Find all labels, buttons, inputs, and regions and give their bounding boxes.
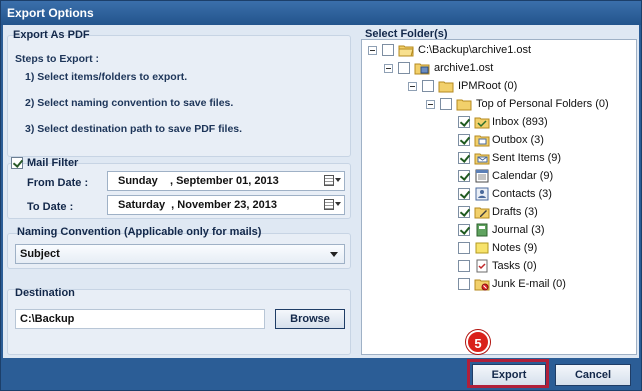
collapse-icon[interactable] [384,64,393,73]
steps-heading: Steps to Export : [15,53,100,65]
inbox-icon [474,117,490,129]
cancel-button[interactable]: Cancel [555,364,631,386]
mail-filter-checkbox[interactable] [11,157,23,169]
tree-checkbox[interactable] [458,242,470,254]
tree-checkbox[interactable] [458,188,470,200]
tree-checkbox[interactable] [382,44,394,56]
tree-label: Sent Items (9) [492,152,562,164]
contacts-icon [475,187,489,201]
calendar-icon [475,169,489,183]
outbox-icon [474,135,490,147]
sent-items-icon [474,153,490,165]
naming-convention-select[interactable]: Subject [15,244,345,264]
from-date-field[interactable]: Sunday , September 01, 2013 [107,171,345,191]
mail-filter-label: Mail Filter [27,157,79,169]
tree-label: Notes (9) [492,242,538,254]
chevron-down-icon [335,202,341,206]
folder-icon [456,99,472,111]
tree-label: Drafts (3) [492,206,538,218]
tree-checkbox[interactable] [398,62,410,74]
tree-label: Inbox (893) [492,116,548,128]
chevron-down-icon [335,178,341,182]
tree-checkbox[interactable] [422,80,434,92]
window-title: Export Options [1,1,641,25]
to-date-label: To Date : [27,201,74,213]
from-date-label: From Date : [27,177,89,189]
tree-label: Journal (3) [492,224,545,236]
tree-checkbox[interactable] [458,116,470,128]
browse-button[interactable]: Browse [275,309,345,329]
to-date-field[interactable]: Saturday , November 23, 2013 [107,195,345,215]
collapse-icon[interactable] [426,100,435,109]
tree-label: Outbox (3) [492,134,544,146]
tree-label: Top of Personal Folders (0) [476,98,609,110]
tree-checkbox[interactable] [440,98,452,110]
junk-email-icon [474,279,490,291]
tree-checkbox[interactable] [458,152,470,164]
tree-label: C:\Backup\archive1.ost [418,44,532,56]
journal-icon [476,223,488,237]
folder-icon [438,81,454,93]
destination-path-input[interactable]: C:\Backup [15,309,265,329]
naming-label: Naming Convention (Applicable only for m… [17,226,262,238]
data-file-icon [414,63,430,75]
tree-label: Contacts (3) [492,188,552,200]
drafts-icon [474,207,490,219]
calendar-icon [324,175,334,186]
tree-checkbox[interactable] [458,278,470,290]
notes-icon [475,242,489,254]
tree-label: Calendar (9) [492,170,554,182]
tree-checkbox[interactable] [458,134,470,146]
step-2: 2) Select naming convention to save file… [25,97,234,109]
collapse-icon[interactable] [408,82,417,91]
tree-label: Tasks (0) [492,260,537,272]
export-button-highlight [467,359,549,388]
dialog-body: Export As PDF Steps to Export : 1) Selec… [3,25,639,358]
from-date-value: Sunday , September 01, 2013 [118,175,279,187]
to-date-value: Saturday , November 23, 2013 [118,199,277,211]
folder-tree: C:\Backup\archive1.ost archive1.ost IPMR… [361,39,637,355]
tasks-icon [476,259,488,273]
tree-label: archive1.ost [434,62,494,74]
tree-checkbox[interactable] [458,260,470,272]
folder-open-icon [398,45,414,57]
export-section-title: Export As PDF [13,29,90,41]
step-1: 1) Select items/folders to export. [25,71,188,83]
collapse-icon[interactable] [368,46,377,55]
calendar-icon [324,199,334,210]
naming-selected-value: Subject [20,248,60,260]
step-number-badge: 5 [466,330,490,354]
tree-checkbox[interactable] [458,170,470,182]
export-options-window: Export Options Export As PDF Steps to Ex… [0,0,642,391]
tree-checkbox[interactable] [458,224,470,236]
tree-checkbox[interactable] [458,206,470,218]
tree-label: Junk E-mail (0) [492,278,566,290]
tree-label: IPMRoot (0) [458,80,518,92]
from-date-picker-button[interactable] [321,172,343,190]
destination-label: Destination [15,287,75,299]
to-date-picker-button[interactable] [321,196,343,214]
step-3: 3) Select destination path to save PDF f… [25,123,243,135]
chevron-down-icon [330,252,338,257]
